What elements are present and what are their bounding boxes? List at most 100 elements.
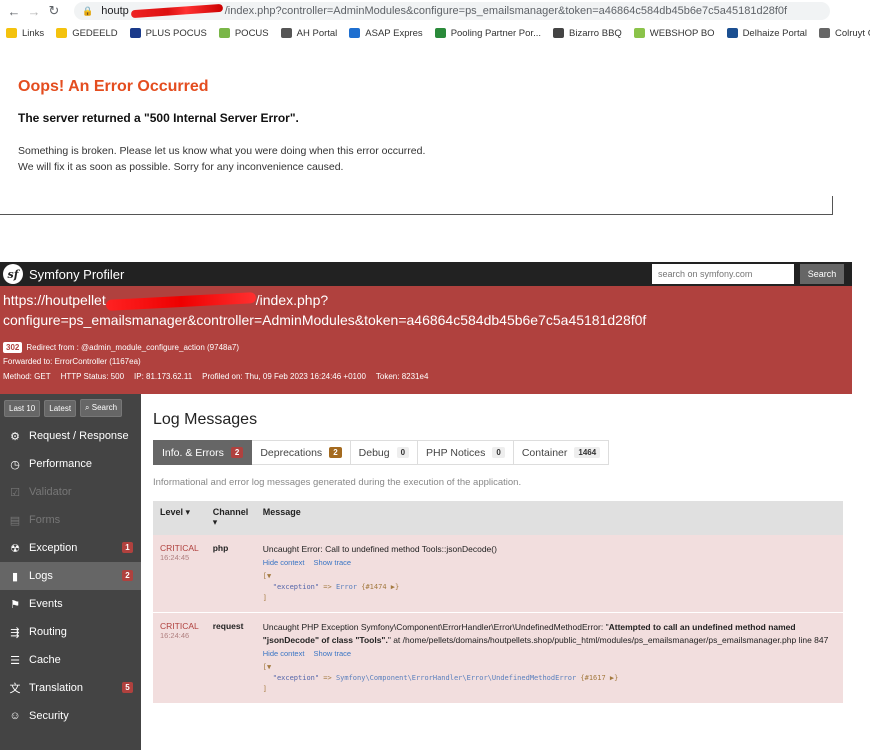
- exception-icon: ☢: [10, 542, 20, 555]
- bookmark-item[interactable]: WEBSHOP BO: [633, 28, 715, 39]
- log-level: CRITICAL: [160, 543, 199, 553]
- address-bar[interactable]: 🔒 houtp /index.php?controller=AdminModul…: [74, 2, 830, 20]
- translation-icon: 文: [9, 683, 21, 695]
- meta-method: Method: GET: [3, 372, 51, 381]
- forward-arrow-icon[interactable]: →: [26, 4, 42, 19]
- tab-count-badge: 1464: [574, 447, 601, 458]
- bookmark-label: Links: [22, 27, 45, 39]
- bookmark-item[interactable]: Delhaize Portal: [726, 27, 807, 39]
- tab-count-badge: 2: [230, 447, 244, 458]
- log-row: CRITICAL 16:24:45 php Uncaught Error: Ca…: [153, 535, 843, 613]
- hide-context-link[interactable]: Hide context: [263, 649, 305, 658]
- sidebar-menu: ⚙ Request / Response ◷ Performance ☑ Validato…: [0, 422, 141, 730]
- webshop-logo-icon: [633, 28, 645, 38]
- sidebar-item-events[interactable]: ⚑ Events: [0, 590, 141, 618]
- redirect-info: 302 Redirect from : @admin_module_config…: [3, 342, 239, 353]
- bookmark-label: POCUS: [234, 27, 269, 39]
- performance-icon: ◷: [10, 458, 20, 471]
- sidebar-item-routing[interactable]: ⇶ Routing: [0, 618, 141, 646]
- bookmark-label: Delhaize Portal: [742, 27, 807, 39]
- hide-context-link[interactable]: Hide context: [263, 558, 305, 567]
- folder-icon: [6, 28, 17, 38]
- meta-ip[interactable]: IP: 81.173.62.11: [134, 372, 192, 381]
- log-level-cell: CRITICAL 16:24:46: [153, 612, 206, 704]
- bookmark-label: ASAP Expres: [365, 27, 423, 39]
- redirect-status-badge: 302: [3, 342, 23, 353]
- symfony-logo-icon: sf: [3, 264, 23, 284]
- sidebar-item-performance[interactable]: ◷ Performance: [0, 450, 141, 478]
- bookmark-item[interactable]: POCUS: [218, 27, 269, 39]
- sidebar-item-label: Security: [29, 710, 69, 722]
- sidebar-item-label: Cache: [29, 654, 61, 666]
- symfony-search-button[interactable]: Search: [800, 264, 844, 284]
- dump-ref[interactable]: {#1474 ▶}: [361, 583, 399, 591]
- bookmark-item[interactable]: Pooling Partner Por...: [434, 28, 541, 39]
- tab-label: Deprecations: [260, 446, 323, 459]
- tab-container[interactable]: Container 1464: [513, 440, 610, 465]
- latest-button[interactable]: Latest: [44, 399, 77, 417]
- log-row: CRITICAL 16:24:46 request Uncaught PHP E…: [153, 612, 843, 704]
- pooling-logo-icon: [434, 28, 446, 38]
- tab-info-errors[interactable]: Info. & Errors 2: [153, 440, 253, 465]
- request-summary: https://houtpellet/index.php? configure=…: [0, 286, 852, 394]
- validator-icon: ☑: [10, 486, 20, 499]
- show-trace-link[interactable]: Show trace: [314, 558, 352, 567]
- log-table: Level ▾ Channel ▾ Message CRITICAL 16:24…: [153, 501, 843, 704]
- back-arrow-icon[interactable]: ←: [6, 4, 22, 19]
- dump-ref[interactable]: {#1617 ▶}: [580, 674, 618, 682]
- sidebar-item-cache[interactable]: ☰ Cache: [0, 646, 141, 674]
- url-host: houtp: [101, 5, 129, 17]
- level-column-header[interactable]: Level ▾: [153, 501, 206, 535]
- delhaize-logo-icon: [726, 28, 738, 38]
- bookmark-item[interactable]: Bizarro BBQ: [553, 28, 622, 39]
- cache-icon: ☰: [10, 654, 20, 667]
- sidebar-item-label: Forms: [29, 514, 61, 526]
- dump-close: ]: [262, 594, 267, 602]
- sidebar-item-label: Routing: [29, 626, 67, 638]
- sidebar-item-exception[interactable]: ☢ Exception 1: [0, 534, 141, 562]
- divider-tick: [832, 196, 833, 215]
- sidebar-shortcuts: Last 10 Latest ⌕ Search: [0, 394, 141, 422]
- search-icon: ⌕: [85, 403, 92, 412]
- bookmark-item[interactable]: AH Portal: [280, 28, 337, 39]
- bookmark-item[interactable]: GEDEELD: [56, 28, 118, 39]
- request-url[interactable]: https://houtpellet/index.php? configure=…: [3, 290, 843, 330]
- bookmark-item[interactable]: PLUS POCUS: [129, 27, 207, 39]
- routing-icon: ⇶: [10, 626, 20, 639]
- log-tabs: Info. & Errors 2 Deprecations 2 Debug 0 PHP No…: [153, 440, 610, 465]
- request-url-query: configure=ps_emailsmanager&controller=Ad…: [3, 312, 647, 328]
- lock-icon: 🔒: [82, 5, 94, 16]
- sidebar-item-security[interactable]: ☺ Security: [0, 702, 141, 730]
- search-profiles-button[interactable]: ⌕ Search: [80, 399, 123, 417]
- profiler-header: sf Symfony Profiler Search: [0, 262, 852, 286]
- last-10-button[interactable]: Last 10: [4, 399, 41, 417]
- symfony-search-input[interactable]: [652, 264, 794, 284]
- tab-label: Container: [521, 446, 568, 459]
- sidebar-item-logs[interactable]: ▮ Logs 2: [0, 562, 141, 590]
- log-message: Uncaught Error: Call to undefined method…: [262, 544, 497, 554]
- meta-token[interactable]: Token: 8231e4: [376, 372, 429, 381]
- sidebar-item-request-response[interactable]: ⚙ Request / Response: [0, 422, 141, 450]
- channel-column-header[interactable]: Channel ▾: [205, 501, 256, 535]
- sidebar-item-label: Exception: [29, 542, 78, 554]
- plus-logo-icon: [129, 28, 141, 38]
- bookmark-item[interactable]: ASAP Expres: [349, 27, 423, 39]
- bookmark-label: PLUS POCUS: [145, 27, 207, 39]
- log-time: 16:24:46: [160, 631, 190, 640]
- sidebar-item-translation[interactable]: 文 Translation 5: [0, 674, 141, 702]
- bookmark-item[interactable]: Colruyt Group log: [818, 28, 870, 39]
- dump-open[interactable]: [▼: [263, 571, 836, 582]
- error-message: Something is broken. Please let us know …: [18, 145, 426, 173]
- bookmarks-bar: Links GEDEELD PLUS POCUS POCUS AH Portal ASAP…: [0, 22, 870, 44]
- tab-debug[interactable]: Debug 0: [350, 440, 419, 465]
- bookmark-item[interactable]: Links: [6, 28, 44, 39]
- show-trace-link[interactable]: Show trace: [314, 649, 352, 658]
- forwarded-info[interactable]: Forwarded to: ErrorController (1167ea): [3, 357, 141, 366]
- dump-open[interactable]: [▼: [263, 662, 836, 673]
- page-icon: [818, 28, 830, 38]
- tab-deprecations[interactable]: Deprecations 2: [252, 440, 351, 465]
- asap-logo-icon: [349, 28, 361, 38]
- tab-php-notices[interactable]: PHP Notices 0: [418, 440, 514, 465]
- reload-icon[interactable]: ↻: [46, 3, 62, 19]
- redirect-text[interactable]: Redirect from : @admin_module_configure_…: [26, 343, 239, 352]
